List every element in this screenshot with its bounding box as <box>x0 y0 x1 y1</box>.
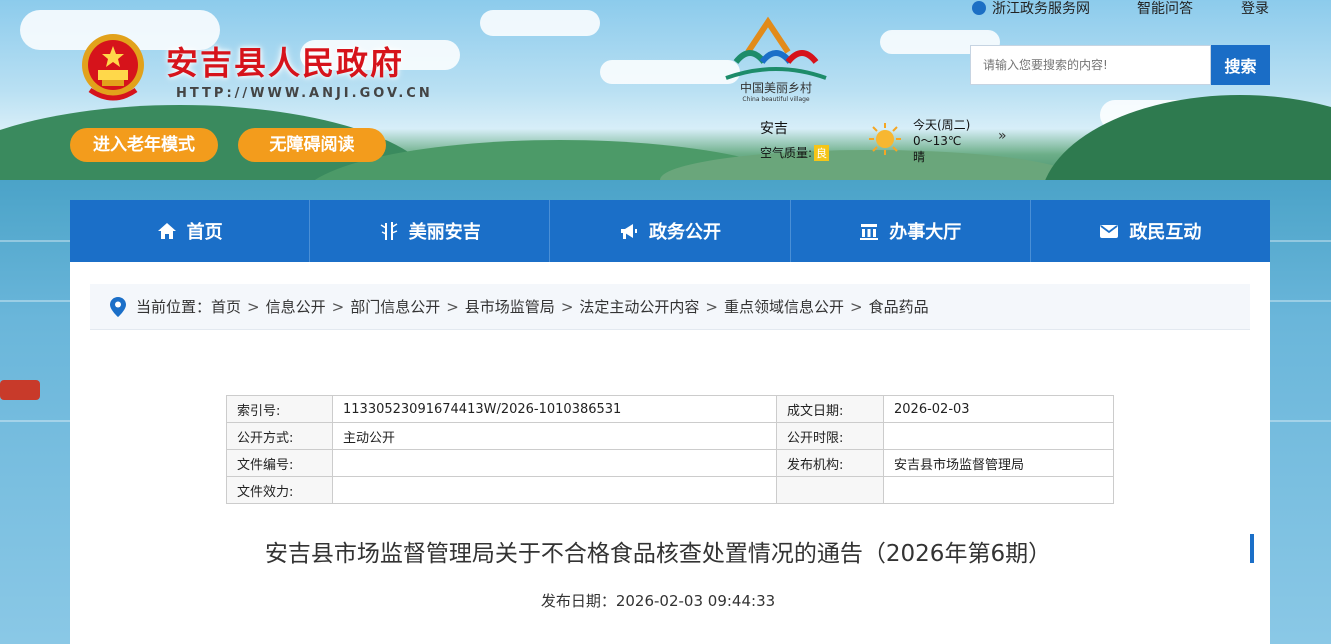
table-row: 文件效力: <box>226 476 1114 504</box>
meta-key: 文件编号: <box>226 449 333 477</box>
breadcrumb-market-bureau[interactable]: 县市场监管局 <box>465 296 555 317</box>
home-icon <box>157 221 177 241</box>
publish-date: 发布日期：2026-02-03 09:44:33 <box>540 592 776 610</box>
nav-item-beautiful-anji[interactable]: 美丽安吉 <box>310 200 551 262</box>
nav-label: 首页 <box>186 222 223 243</box>
weather-temp: 0～13℃ <box>913 134 962 148</box>
breadcrumb-separator: > <box>705 297 718 316</box>
breadcrumb-key-areas[interactable]: 重点领域信息公开 <box>724 296 844 317</box>
title-accent-bar <box>1250 534 1254 563</box>
weather-city: 安吉 <box>760 121 788 137</box>
table-row: 索引号: 11330523091674413W/2026-1010386531 … <box>226 395 1114 423</box>
weather-day: 今天(周二) <box>913 118 971 132</box>
air-quality: 空气质量: 良 <box>760 144 830 161</box>
breadcrumb-separator: > <box>331 297 345 316</box>
breadcrumb-info-disclosure[interactable]: 信息公开 <box>266 296 326 317</box>
meta-value <box>332 449 777 477</box>
search-input[interactable] <box>970 45 1211 85</box>
meta-value: 主动公开 <box>332 422 777 450</box>
air-quality-label: 空气质量: <box>760 146 813 160</box>
meta-value: 安吉县市场监督管理局 <box>883 449 1114 477</box>
breadcrumb-statutory-content[interactable]: 法定主动公开内容 <box>579 296 699 317</box>
meta-value: 2026-02-03 <box>883 395 1114 423</box>
accessible-reading-button[interactable]: 无障碍阅读 <box>238 128 386 162</box>
nav-item-interaction[interactable]: 政民互动 <box>1031 200 1270 262</box>
beautiful-village-logo: 中国美丽乡村 China beautiful village <box>718 8 834 104</box>
table-row: 文件编号: 发布机构: 安吉县市场监督管理局 <box>226 449 1114 477</box>
article-title: 安吉县市场监督管理局关于不合格食品核查处置情况的通告（2026年第6期） <box>264 541 1052 567</box>
meta-key: 成文日期: <box>776 395 884 423</box>
megaphone-icon <box>619 221 639 241</box>
nav-label: 美丽安吉 <box>408 222 481 243</box>
service-network-link[interactable]: 浙江政务服务网 <box>972 0 1090 18</box>
location-pin-icon <box>110 296 126 317</box>
meta-key: 公开时限: <box>776 422 884 450</box>
table-row: 公开方式: 主动公开 公开时限: <box>226 422 1114 450</box>
service-network-icon <box>972 1 986 15</box>
meta-key: 公开方式: <box>226 422 333 450</box>
nav-item-home[interactable]: 首页 <box>70 200 311 262</box>
document-meta-table: 索引号: 11330523091674413W/2026-1010386531 … <box>226 395 1114 504</box>
weather-more-button[interactable]: » <box>998 128 1007 144</box>
nav-item-service-hall[interactable]: 办事大厅 <box>791 200 1031 262</box>
sunny-icon <box>868 122 902 156</box>
meta-value: 11330523091674413W/2026-1010386531 <box>332 395 777 423</box>
site-url: HTTP://WWW.ANJI.GOV.CN <box>176 86 433 101</box>
meta-key <box>776 476 884 504</box>
nav-item-gov-affairs[interactable]: 政务公开 <box>550 200 791 262</box>
content-panel: 当前位置： 首页 > 信息公开 > 部门信息公开 > 县市场监管局 > 法定主动… <box>70 262 1270 644</box>
meta-value <box>883 422 1114 450</box>
weather-condition: 晴 <box>913 150 926 164</box>
smart-qa-link[interactable]: 智能问答 <box>1137 0 1193 18</box>
site-title: 安吉县人民政府 <box>166 44 405 82</box>
bamboo-icon <box>379 221 399 241</box>
mail-icon <box>1099 221 1119 241</box>
login-link[interactable]: 登录 <box>1241 0 1269 18</box>
national-emblem <box>80 32 146 102</box>
breadcrumb-separator: > <box>247 297 260 316</box>
weather-forecast: 今天(周二) 0～13℃ 晴 <box>913 117 970 165</box>
nav-label: 办事大厅 <box>889 222 962 243</box>
building-icon <box>859 221 879 241</box>
meta-key: 发布机构: <box>776 449 884 477</box>
meta-value <box>883 476 1114 504</box>
breadcrumb-dept-info[interactable]: 部门信息公开 <box>350 296 440 317</box>
breadcrumb-food-drugs[interactable]: 食品药品 <box>869 296 929 317</box>
nav-label: 政务公开 <box>649 222 721 243</box>
meta-key: 文件效力: <box>226 476 333 504</box>
meta-value <box>332 476 777 504</box>
breadcrumb-separator: > <box>446 297 459 316</box>
breadcrumb-separator: > <box>560 297 574 316</box>
main-nav: 首页 美丽安吉 政务公开 办事大厅 政民互动 <box>70 200 1270 262</box>
search-button[interactable]: 搜索 <box>1211 45 1270 85</box>
service-network-label: 浙江政务服务网 <box>992 1 1090 17</box>
meta-key: 索引号: <box>226 395 333 423</box>
breadcrumb: 当前位置： 首页 > 信息公开 > 部门信息公开 > 县市场监管局 > 法定主动… <box>90 284 1250 330</box>
breadcrumb-home[interactable]: 首页 <box>211 296 241 317</box>
breadcrumb-label: 当前位置： <box>136 298 212 316</box>
village-logo-subtext: China beautiful village <box>742 96 810 103</box>
elder-mode-button[interactable]: 进入老年模式 <box>70 128 218 162</box>
nav-label: 政民互动 <box>1129 222 1202 243</box>
air-quality-badge: 良 <box>814 145 830 161</box>
village-logo-text: 中国美丽乡村 <box>740 80 812 95</box>
breadcrumb-separator: > <box>850 297 863 316</box>
